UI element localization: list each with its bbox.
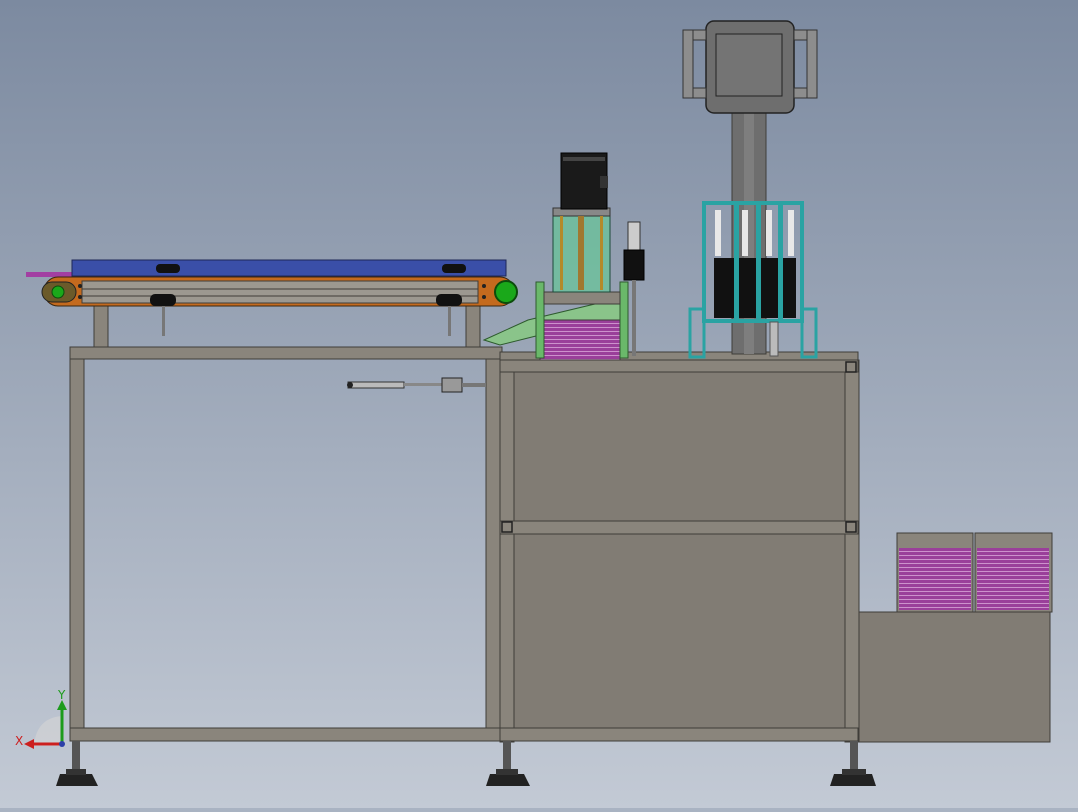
- feeder-magazine: [539, 319, 621, 361]
- cabinet-middle-rail: [499, 520, 859, 535]
- feeder-side-plate: [535, 281, 545, 359]
- triad-y-label: Y: [57, 688, 66, 702]
- cabinet-bottom-rail: [499, 727, 859, 742]
- cabinet-top-rail: [499, 359, 859, 373]
- left-frame-top-rail: [69, 346, 503, 360]
- feeder-side-plate: [619, 281, 629, 359]
- conveyor-belt: [71, 259, 507, 277]
- left-frame-right-post: [485, 358, 501, 742]
- conveyor-support-leg: [93, 303, 109, 348]
- triad-x-label: X: [15, 734, 23, 748]
- cad-viewport[interactable]: X Y: [0, 0, 1078, 808]
- output-stack-left: [899, 548, 971, 610]
- conveyor-support-leg: [465, 303, 481, 348]
- left-frame-bottom-rail: [69, 727, 503, 742]
- machine-assembly-drawing: X Y: [0, 0, 1078, 808]
- conveyor-tail-roller: [494, 280, 518, 304]
- feeder-slide-table: [543, 291, 621, 305]
- cabinet-upper-panel: [511, 369, 847, 525]
- left-frame-left-post: [69, 358, 85, 742]
- cabinet-lower-panel: [511, 533, 847, 729]
- cabinet-right-post: [844, 359, 860, 743]
- conveyor-product-strip: [26, 272, 74, 277]
- cabinet-left-post: [499, 359, 515, 743]
- output-base-box: [858, 611, 1051, 743]
- output-stack-right: [977, 548, 1049, 610]
- conveyor-drive-roller-hub: [51, 285, 65, 299]
- conveyor-profile: [81, 280, 479, 304]
- right-cabinet: [499, 351, 860, 743]
